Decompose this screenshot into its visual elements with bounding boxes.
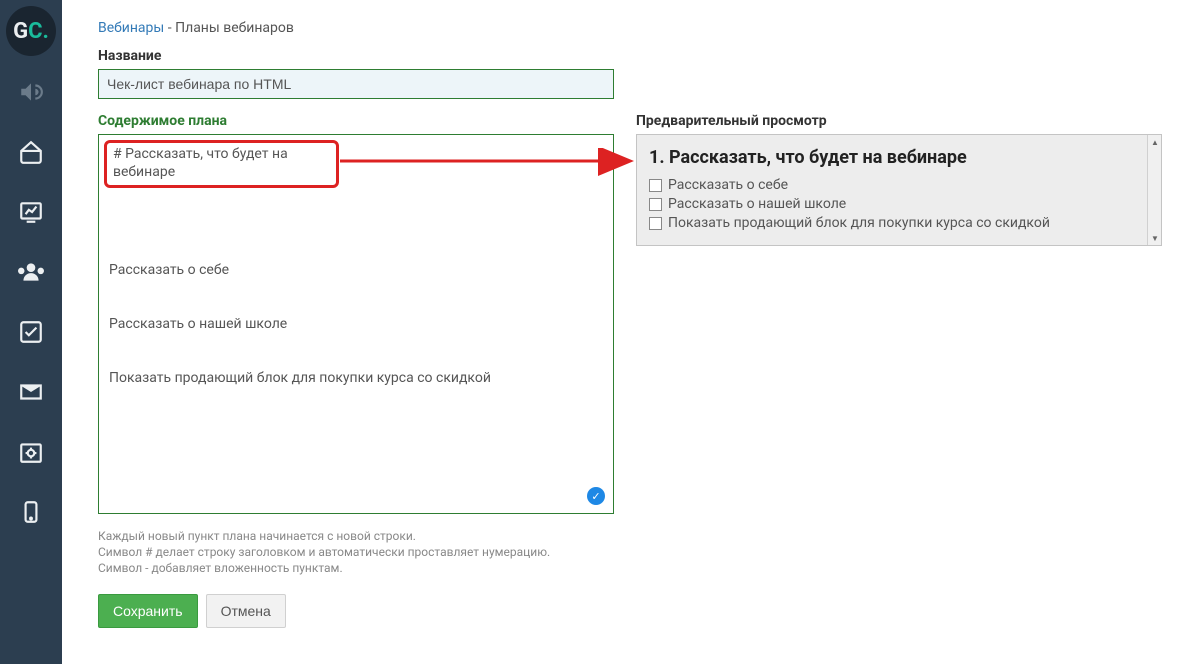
- chart-icon[interactable]: [0, 182, 62, 242]
- sound-icon[interactable]: [0, 62, 62, 122]
- scrollbar[interactable]: ▲ ▼: [1147, 135, 1161, 245]
- plan-line: Рассказать о себе: [109, 261, 603, 279]
- cancel-button[interactable]: Отмена: [206, 594, 286, 628]
- content-label: Содержимое плана: [98, 113, 614, 129]
- save-button[interactable]: Сохранить: [98, 594, 198, 628]
- grammar-check-icon[interactable]: ✓: [587, 487, 605, 505]
- users-icon[interactable]: [0, 242, 62, 302]
- scroll-down-icon[interactable]: ▼: [1148, 231, 1162, 245]
- checkbox-icon[interactable]: [649, 198, 662, 211]
- breadcrumb: Вебинары - Планы вебинаров: [98, 20, 1163, 36]
- preview-item: Показать продающий блок для покупки курс…: [649, 214, 1139, 233]
- home-icon[interactable]: [0, 122, 62, 182]
- checkbox-icon[interactable]: [0, 302, 62, 362]
- preview-item: Рассказать о нашей школе: [649, 195, 1139, 214]
- logo[interactable]: GC.: [6, 6, 56, 56]
- preview-box: 1. Рассказать, что будет на вебинаре Рас…: [636, 134, 1162, 246]
- checkbox-icon[interactable]: [649, 179, 662, 192]
- preview-heading: 1. Рассказать, что будет на вебинаре: [649, 147, 1139, 168]
- preview-item: Рассказать о себе: [649, 176, 1139, 195]
- plan-textarea[interactable]: # Рассказать, что будет на вебинаре Расс…: [98, 134, 614, 514]
- plan-line: Рассказать о нашей школе: [109, 315, 603, 333]
- breadcrumb-link[interactable]: Вебинары: [98, 20, 164, 36]
- title-label: Название: [98, 48, 1163, 64]
- mail-icon[interactable]: [0, 362, 62, 422]
- preview-label: Предварительный просмотр: [636, 113, 1162, 129]
- scroll-up-icon[interactable]: ▲: [1148, 135, 1162, 149]
- main-content: Вебинары - Планы вебинаров Название Соде…: [62, 0, 1199, 648]
- title-input[interactable]: [98, 69, 614, 99]
- breadcrumb-current: Планы вебинаров: [175, 20, 294, 36]
- sidebar: GC.: [0, 0, 62, 664]
- plan-line: Показать продающий блок для покупки курс…: [109, 369, 603, 387]
- help-text: Каждый новый пункт плана начинается с но…: [98, 528, 614, 576]
- checkbox-icon[interactable]: [649, 217, 662, 230]
- highlighted-line: # Рассказать, что будет на вебинаре: [104, 140, 339, 188]
- settings-icon[interactable]: [0, 422, 62, 482]
- breadcrumb-sep: -: [164, 20, 175, 36]
- mobile-icon[interactable]: [0, 482, 62, 542]
